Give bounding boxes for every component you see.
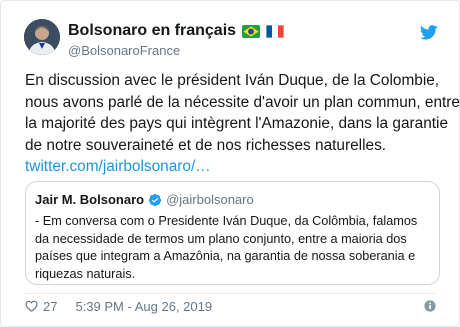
display-name-text[interactable]: Bolsonaro en français [68,22,236,40]
quoted-line: - Em conversa com o Presidente Iván Duqu… [35,214,418,228]
twitter-bird-icon[interactable] [420,25,438,40]
quoted-tweet-text: - Em conversa com o Presidente Iván Duqu… [35,213,435,283]
brazil-flag [242,24,261,38]
tweet-link[interactable]: twitter.com/jairbolsonaro/… [25,156,449,178]
heart-icon[interactable] [25,300,38,312]
quoted-author-handle[interactable]: @jairbolsonaro [166,192,254,207]
author-handle[interactable]: @BolsonaroFrance [68,43,180,58]
tweet-line: En discussion avec le président Iván Duq… [25,72,440,89]
tweet-timestamp[interactable]: 5:39 PM - Aug 26, 2019 [75,299,212,314]
quoted-tweet[interactable]: Jair M. Bolsonaro @jairbolsonaro - Em co… [25,181,440,285]
footer-divider [25,293,437,294]
info-icon[interactable] [424,300,436,312]
tweet-footer: 27 5:39 PM - Aug 26, 2019 [25,297,440,315]
tweet-text: En discussion avec le président Iván Duq… [25,70,460,178]
quoted-line: da necessidade de termos um plano conjun… [35,231,407,246]
quoted-line: países que integram a Amazônia, na garan… [35,249,416,263]
quoted-tweet-header: Jair M. Bolsonaro @jairbolsonaro [35,192,254,207]
quoted-author-name[interactable]: Jair M. Bolsonaro [35,192,144,207]
tweet-line: nous avons parlé de la nécessite d'avoir… [25,93,460,111]
avatar[interactable] [24,19,60,55]
verified-badge-icon [148,193,162,206]
tweet-line: de notre souveraineté et de nos richesse… [25,136,387,154]
tweet-line: la majorité des pays qui intègrent l'Ama… [25,115,449,132]
display-name[interactable]: Bolsonaro en français [68,22,285,40]
tweet-card: Bolsonaro en français @BolsonaroFrance E… [0,0,460,327]
like-count[interactable]: 27 [43,299,57,314]
quoted-line: riquezas naturais. [35,266,136,281]
france-flag [266,24,285,38]
